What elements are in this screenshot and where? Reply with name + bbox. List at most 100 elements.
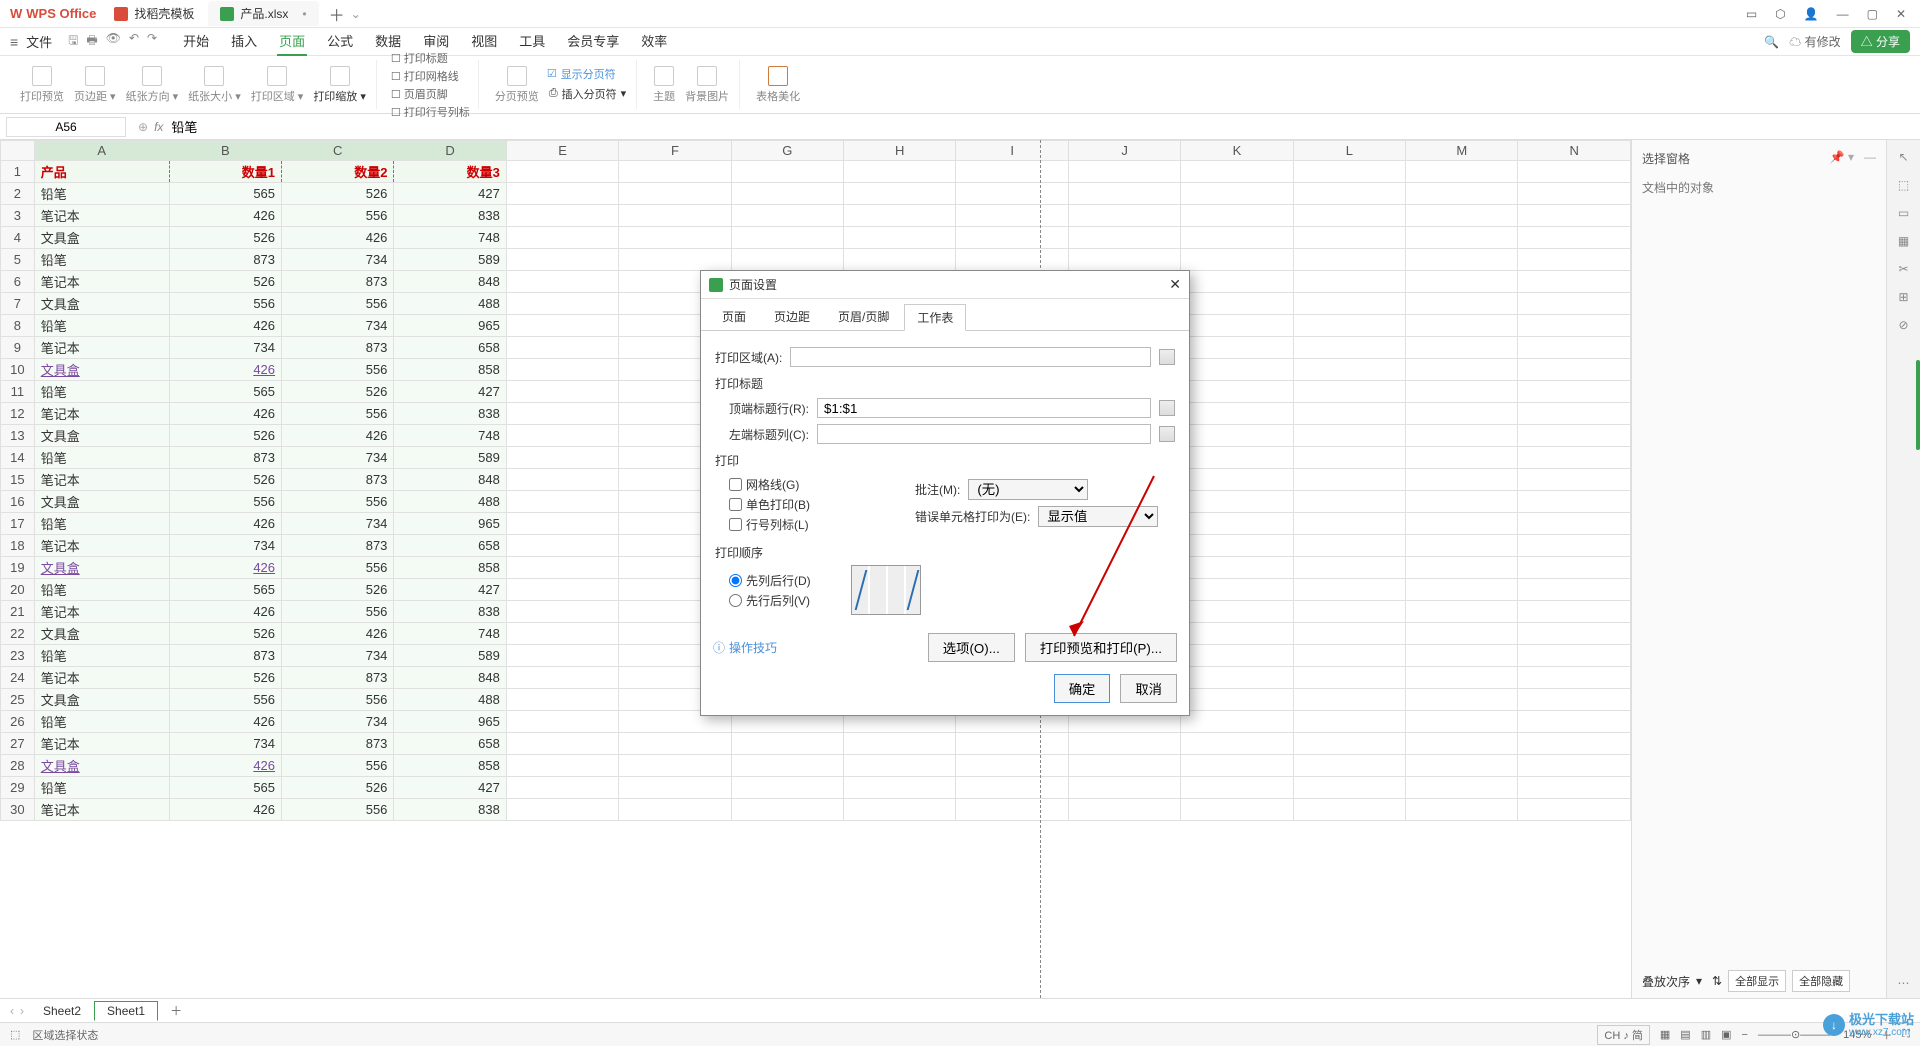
rtool-more-icon[interactable]: ⊞: [1898, 290, 1908, 304]
row-header[interactable]: 29: [1, 777, 35, 799]
errors-select[interactable]: 显示值: [1038, 506, 1158, 527]
qat-redo-icon[interactable]: ↷: [147, 31, 157, 52]
ribbon-打印区域[interactable]: 打印区域 ▾: [249, 64, 306, 106]
col-header-H[interactable]: H: [844, 141, 956, 161]
row-header[interactable]: 24: [1, 667, 35, 689]
menu-tab-会员专享[interactable]: 会员专享: [565, 27, 621, 56]
ribbon-insert-break[interactable]: ⎙插入分页符 ▾: [547, 84, 628, 104]
select-all-corner[interactable]: [1, 141, 35, 161]
minimize-button[interactable]: —: [1837, 7, 1849, 21]
menu-tab-页面[interactable]: 页面: [277, 27, 307, 56]
menu-tab-插入[interactable]: 插入: [229, 27, 259, 56]
menu-tab-效率[interactable]: 效率: [639, 27, 669, 56]
row-header[interactable]: 3: [1, 205, 35, 227]
dialog-tab-页眉/页脚[interactable]: 页眉/页脚: [825, 303, 902, 330]
row-header[interactable]: 25: [1, 689, 35, 711]
col-header-G[interactable]: G: [731, 141, 843, 161]
ribbon-check-打印网格线[interactable]: ☐ 打印网格线: [391, 68, 470, 84]
qat-undo-icon[interactable]: ↶: [129, 31, 139, 52]
view-page-icon[interactable]: ▤: [1680, 1028, 1690, 1041]
ribbon-纸张方向[interactable]: 纸张方向 ▾: [124, 64, 181, 106]
dialog-tab-页边距[interactable]: 页边距: [761, 303, 823, 330]
col-header-I[interactable]: I: [956, 141, 1068, 161]
row-header[interactable]: 23: [1, 645, 35, 667]
row-header[interactable]: 8: [1, 315, 35, 337]
row-header[interactable]: 1: [1, 161, 35, 183]
qat-preview-icon[interactable]: 👁: [106, 31, 121, 52]
maximize-button[interactable]: ▢: [1867, 7, 1878, 21]
row-header[interactable]: 26: [1, 711, 35, 733]
ok-button[interactable]: 确定: [1054, 674, 1111, 703]
tab-list-dropdown[interactable]: ⌄: [351, 7, 361, 21]
share-button[interactable]: △ 分享: [1851, 30, 1910, 53]
row-header[interactable]: 5: [1, 249, 35, 271]
sheets-nav-next[interactable]: ›: [20, 1004, 24, 1018]
menu-tab-视图[interactable]: 视图: [469, 27, 499, 56]
radio-col-first[interactable]: 先列后行(D): [729, 572, 811, 589]
sheet-tab-Sheet2[interactable]: Sheet2: [30, 1001, 94, 1021]
file-menu[interactable]: 文件: [26, 32, 52, 51]
avatar-icon[interactable]: 👤: [1804, 7, 1819, 21]
row-header[interactable]: 30: [1, 799, 35, 821]
ribbon-页边距[interactable]: 页边距 ▾: [72, 64, 118, 106]
preview-print-button[interactable]: 打印预览和打印(P)...: [1025, 633, 1177, 662]
view-normal-icon[interactable]: ▦: [1660, 1028, 1670, 1041]
col-header-M[interactable]: M: [1406, 141, 1518, 161]
dialog-titlebar[interactable]: 页面设置 ✕: [701, 271, 1189, 299]
row-header[interactable]: 19: [1, 557, 35, 579]
row-header[interactable]: 7: [1, 293, 35, 315]
row-header[interactable]: 13: [1, 425, 35, 447]
qat-print-icon[interactable]: 🖶: [86, 31, 97, 52]
rtool-help-icon[interactable]: ⊘: [1898, 318, 1908, 332]
hamburger-icon[interactable]: ≡: [10, 34, 18, 50]
row-header[interactable]: 27: [1, 733, 35, 755]
add-sheet-button[interactable]: ＋: [170, 1002, 182, 1019]
col-header-B[interactable]: B: [169, 141, 281, 161]
col-header-J[interactable]: J: [1068, 141, 1180, 161]
formula-expand-icon[interactable]: ⊕: [138, 120, 148, 134]
row-header[interactable]: 14: [1, 447, 35, 469]
zoom-slider[interactable]: ———⊙———: [1758, 1028, 1833, 1041]
row-header[interactable]: 6: [1, 271, 35, 293]
ribbon-page-break-preview[interactable]: 分页预览: [493, 64, 541, 106]
menu-tab-开始[interactable]: 开始: [181, 27, 211, 56]
view-read-icon[interactable]: ▣: [1721, 1028, 1731, 1041]
range-picker-icon[interactable]: [1159, 400, 1175, 416]
ribbon-check-页眉页脚[interactable]: ☐ 页眉页脚: [391, 86, 470, 102]
rtool-select-icon[interactable]: ↖: [1898, 150, 1908, 164]
rtool-gallery-icon[interactable]: ▦: [1898, 234, 1909, 248]
range-picker-icon[interactable]: [1159, 426, 1175, 442]
left-col-input[interactable]: [817, 424, 1151, 444]
col-header-A[interactable]: A: [34, 141, 169, 161]
ribbon-check-打印标题[interactable]: ☐ 打印标题: [391, 50, 470, 66]
hide-all-button[interactable]: 全部隐藏: [1792, 970, 1850, 992]
menu-tab-公式[interactable]: 公式: [325, 27, 355, 56]
ribbon-check-show-breaks[interactable]: ☑ 显示分页符: [547, 66, 628, 82]
close-button[interactable]: ✕: [1896, 7, 1906, 21]
range-picker-icon[interactable]: [1159, 349, 1175, 365]
check-网格线(G)[interactable]: 网格线(G): [729, 476, 915, 493]
dialog-tab-页面[interactable]: 页面: [709, 303, 759, 330]
search-icon[interactable]: 🔍: [1764, 35, 1779, 49]
col-header-D[interactable]: D: [394, 141, 506, 161]
ribbon-theme[interactable]: 主题: [651, 64, 677, 106]
zoom-out-button[interactable]: −: [1742, 1029, 1748, 1041]
sheets-nav-prev[interactable]: ‹: [10, 1004, 14, 1018]
row-header[interactable]: 21: [1, 601, 35, 623]
row-header[interactable]: 10: [1, 359, 35, 381]
print-area-input[interactable]: [790, 347, 1151, 367]
row-header[interactable]: 12: [1, 403, 35, 425]
tab-product[interactable]: 产品.xlsx•: [208, 1, 318, 26]
layout-icon[interactable]: ▭: [1746, 7, 1757, 21]
row-header[interactable]: 18: [1, 535, 35, 557]
row-header[interactable]: 28: [1, 755, 35, 777]
ribbon-打印预览[interactable]: 打印预览: [18, 64, 66, 106]
dialog-close-button[interactable]: ✕: [1169, 276, 1181, 293]
row-header[interactable]: 15: [1, 469, 35, 491]
col-header-F[interactable]: F: [619, 141, 731, 161]
ribbon-beautify[interactable]: 表格美化: [754, 64, 802, 106]
ime-indicator[interactable]: CH ♪ 简: [1597, 1025, 1650, 1045]
col-header-K[interactable]: K: [1181, 141, 1293, 161]
view-break-icon[interactable]: ▥: [1701, 1028, 1711, 1041]
menu-tab-工具[interactable]: 工具: [517, 27, 547, 56]
